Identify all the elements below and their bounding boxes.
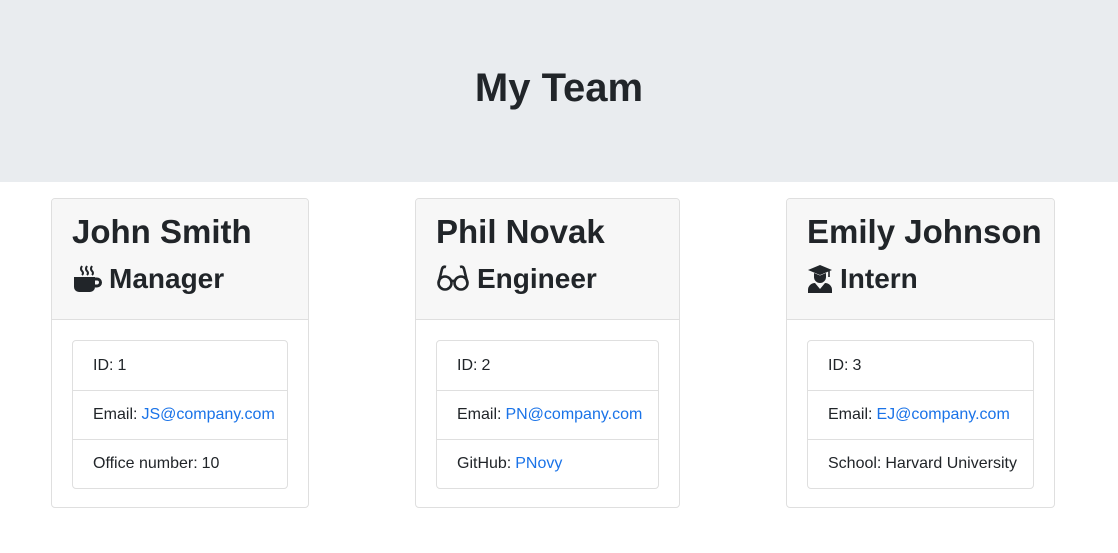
employee-name: Emily Johnson (807, 213, 1042, 250)
list-item-email: Email: JS@company.com (73, 390, 287, 439)
email-link[interactable]: JS@company.com (141, 406, 274, 424)
employee-name: John Smith (72, 213, 252, 250)
graduate-icon (807, 264, 833, 294)
id-value: 2 (481, 356, 491, 374)
employee-card-engineer: Phil Novak Engineer ID: 2 Email: PN@comp… (415, 198, 680, 508)
email-link[interactable]: EJ@company.com (876, 406, 1009, 424)
employee-card-manager: John Smith Manager ID: 1 Email: JS@compa… (51, 198, 309, 508)
card-header: Emily Johnson Intern (787, 199, 1054, 320)
card-header: Phil Novak Engineer (416, 199, 679, 320)
employee-card-intern: Emily Johnson Intern ID: 3 Email: EJ@com… (786, 198, 1055, 508)
employee-role: Intern (807, 261, 918, 297)
email-link[interactable]: PN@company.com (505, 406, 642, 424)
card-header: John Smith Manager (52, 199, 308, 320)
role-label: Engineer (477, 263, 597, 294)
office-number-label: Office number: (93, 455, 198, 472)
id-label: ID: (457, 356, 478, 374)
school-value: Harvard University (885, 455, 1017, 472)
glasses-icon (436, 264, 470, 294)
id-label: ID: (93, 356, 114, 374)
page-title: My Team (474, 66, 644, 110)
coffee-icon (72, 264, 102, 294)
github-label: GitHub: (457, 455, 512, 472)
page-header: My Team (0, 0, 1118, 182)
role-label: Intern (840, 263, 918, 294)
employee-role: Manager (72, 261, 224, 297)
employee-role: Engineer (436, 261, 597, 297)
list-item-id: ID: 2 (437, 341, 658, 390)
list-item-id: ID: 1 (73, 341, 287, 390)
employee-details-list: ID: 1 Email: JS@company.com Office numbe… (72, 340, 288, 489)
github-link[interactable]: PNovy (515, 455, 562, 473)
email-label: Email: (93, 406, 138, 423)
list-item-office-number: Office number: 10 (73, 439, 287, 488)
id-value: 1 (117, 356, 127, 374)
list-item-school: School: Harvard University (808, 439, 1033, 488)
office-number-value: 10 (201, 455, 220, 472)
email-label: Email: (828, 406, 873, 423)
role-label: Manager (109, 263, 225, 294)
employee-name: Phil Novak (436, 213, 605, 250)
school-label: School: (828, 455, 882, 472)
id-label: ID: (828, 356, 849, 374)
list-item-email: Email: EJ@company.com (808, 390, 1033, 439)
list-item-email: Email: PN@company.com (437, 390, 658, 439)
list-item-id: ID: 3 (808, 341, 1033, 390)
employee-details-list: ID: 2 Email: PN@company.com GitHub: PNov… (436, 340, 659, 489)
id-value: 3 (852, 356, 862, 374)
employee-details-list: ID: 3 Email: EJ@company.com School: Harv… (807, 340, 1034, 489)
email-label: Email: (457, 406, 502, 423)
list-item-github: GitHub: PNovy (437, 439, 658, 488)
